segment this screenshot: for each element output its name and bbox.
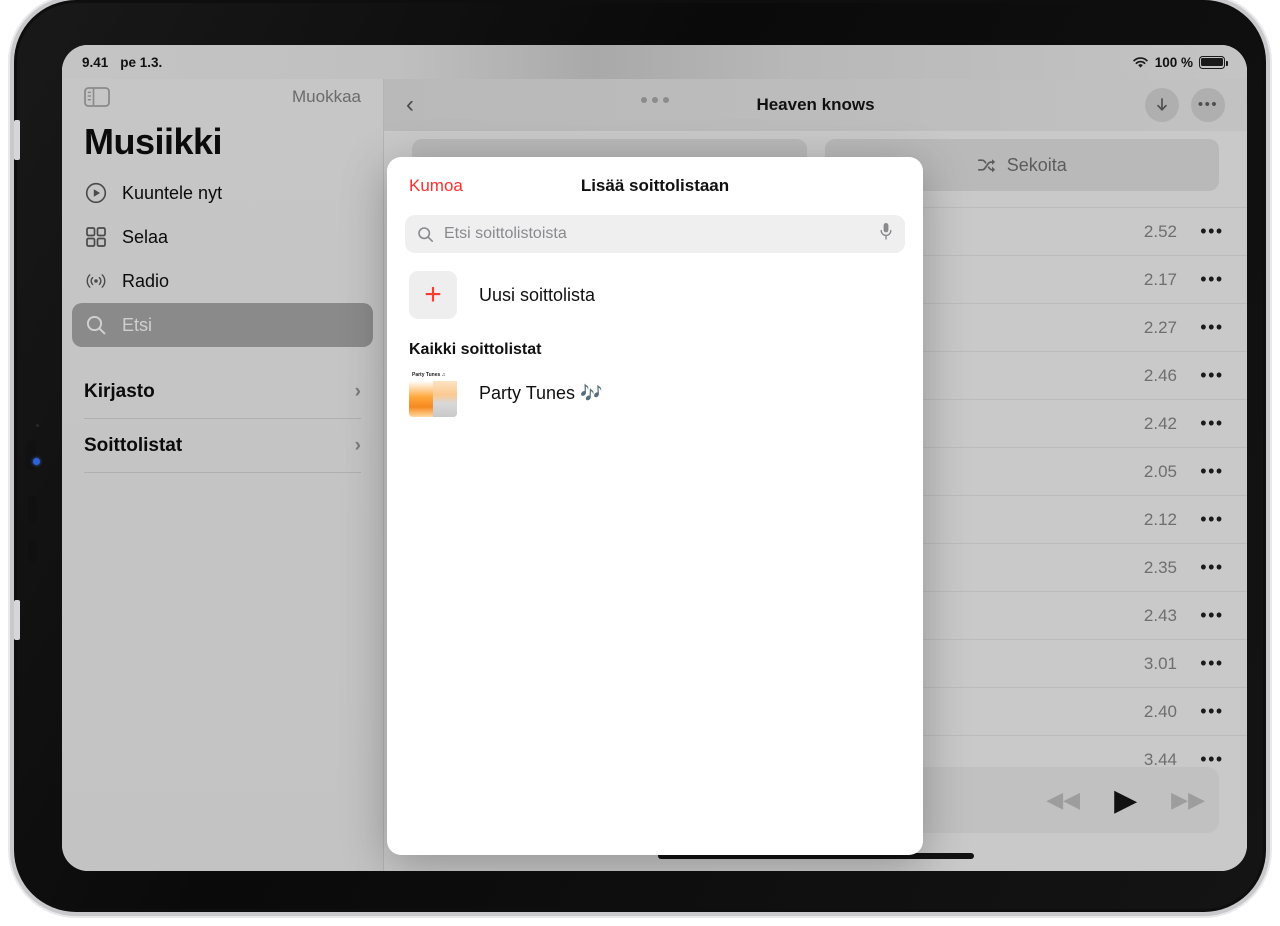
sidebar-item-radio[interactable]: Radio bbox=[72, 259, 373, 303]
sidebar-item-label: Selaa bbox=[122, 226, 169, 247]
wifi-icon bbox=[1132, 56, 1148, 68]
side-button-volume-down[interactable] bbox=[28, 496, 37, 522]
grid-icon bbox=[84, 225, 108, 249]
side-button-power[interactable] bbox=[28, 538, 37, 562]
track-more-button[interactable]: ••• bbox=[1177, 653, 1247, 674]
status-led bbox=[33, 458, 40, 465]
track-duration: 2.05 bbox=[1143, 461, 1177, 481]
sidebar-item-browse[interactable]: Selaa bbox=[72, 215, 373, 259]
battery-icon bbox=[1199, 55, 1228, 69]
side-button-volume-up[interactable] bbox=[26, 440, 36, 470]
playlist-search-placeholder: Etsi soittolistoista bbox=[444, 225, 567, 242]
track-duration: 2.43 bbox=[1143, 605, 1177, 625]
fast-forward-button[interactable]: ▶▶ bbox=[1171, 787, 1205, 813]
page-title: Musiikki bbox=[84, 121, 223, 162]
new-playlist-label: Uusi soittolista bbox=[479, 284, 596, 305]
playlist-artwork: Party Tunes ♫ bbox=[409, 369, 457, 417]
track-duration: 3.01 bbox=[1143, 653, 1177, 673]
track-more-button[interactable]: ••• bbox=[1177, 221, 1247, 242]
track-more-button[interactable]: ••• bbox=[1177, 605, 1247, 626]
playlist-artwork-caption: Party Tunes ♫ bbox=[409, 369, 457, 381]
shuffle-button-label: Sekoita bbox=[1006, 154, 1067, 175]
sidebar-section-label: Soittolistat bbox=[84, 434, 183, 456]
sidebar-section-library[interactable]: Kirjasto › bbox=[84, 365, 361, 419]
track-more-button[interactable]: ••• bbox=[1177, 413, 1247, 434]
multitasking-handle[interactable] bbox=[640, 97, 669, 103]
status-bar-right: 100 % bbox=[1132, 54, 1228, 70]
antenna-line-top bbox=[14, 120, 20, 160]
track-duration: 2.40 bbox=[1143, 701, 1177, 721]
edit-button[interactable]: Muokkaa bbox=[292, 87, 361, 107]
battery-percent-label: 100 % bbox=[1154, 54, 1193, 70]
download-arrow-icon bbox=[1157, 98, 1167, 111]
new-playlist-row[interactable]: + Uusi soittolista bbox=[387, 253, 923, 319]
track-duration: 2.27 bbox=[1143, 317, 1177, 337]
sidebar-item-listen-now[interactable]: Kuuntele nyt bbox=[72, 171, 373, 215]
track-duration: 2.35 bbox=[1143, 557, 1177, 577]
track-duration: 2.12 bbox=[1143, 509, 1177, 529]
track-more-button[interactable]: ••• bbox=[1177, 269, 1247, 290]
playlist-name: Party Tunes 🎶 bbox=[479, 382, 603, 403]
chevron-right-icon: › bbox=[354, 380, 361, 402]
search-icon bbox=[418, 226, 433, 242]
play-pause-button[interactable]: ▶ bbox=[1114, 783, 1137, 818]
modal-header: Kumoa Lisää soittolistaan bbox=[387, 157, 923, 215]
track-more-button[interactable]: ••• bbox=[1177, 365, 1247, 386]
sidebar: Muokkaa Musiikki Kuuntele nyt Selaa Radi… bbox=[62, 45, 384, 871]
sidebar-item-label: Etsi bbox=[122, 314, 153, 335]
add-to-playlist-modal: Kumoa Lisää soittolistaan Etsi soittolis… bbox=[387, 157, 923, 855]
navigation-bar: ‹ Heaven knows ••• bbox=[384, 79, 1247, 131]
ipad-screen: 9.41 pe 1.3. 100 % Muokkaa Musiikki Kuun… bbox=[62, 45, 1247, 871]
track-more-button[interactable]: ••• bbox=[1177, 461, 1247, 482]
track-more-button[interactable]: ••• bbox=[1177, 509, 1247, 530]
sidebar-item-search[interactable]: Etsi bbox=[72, 303, 373, 347]
status-time: 9.41 bbox=[82, 54, 109, 70]
list-item[interactable]: Party Tunes ♫ Party Tunes 🎶 bbox=[387, 359, 923, 417]
search-icon bbox=[84, 313, 108, 337]
playlist-search-input[interactable]: Etsi soittolistoista bbox=[405, 215, 905, 253]
antenna-line-bottom bbox=[14, 600, 20, 640]
sidebar-section-label: Kirjasto bbox=[84, 380, 155, 402]
track-duration: 2.17 bbox=[1143, 269, 1177, 289]
download-button[interactable] bbox=[1145, 88, 1179, 122]
track-more-button[interactable]: ••• bbox=[1177, 317, 1247, 338]
play-circle-icon bbox=[84, 181, 108, 205]
back-button[interactable]: ‹ bbox=[406, 91, 414, 119]
modal-title: Lisää soittolistaan bbox=[580, 176, 730, 195]
album-title: Heaven knows bbox=[756, 95, 875, 114]
track-duration: 2.42 bbox=[1143, 413, 1177, 433]
status-date: pe 1.3. bbox=[120, 54, 163, 70]
sidebar-toggle-icon[interactable] bbox=[84, 87, 110, 107]
microphone-pinhole bbox=[36, 424, 39, 427]
ipad-device-frame: 9.41 pe 1.3. 100 % Muokkaa Musiikki Kuun… bbox=[14, 0, 1266, 912]
rewind-button[interactable]: ◀◀ bbox=[1046, 787, 1080, 813]
sidebar-section-playlists[interactable]: Soittolistat › bbox=[84, 419, 361, 473]
more-options-button[interactable]: ••• bbox=[1191, 88, 1225, 122]
shuffle-icon bbox=[977, 159, 995, 173]
microphone-icon[interactable] bbox=[879, 222, 893, 246]
track-duration: 2.46 bbox=[1143, 365, 1177, 385]
chevron-right-icon: › bbox=[354, 434, 361, 456]
sidebar-item-label: Radio bbox=[122, 270, 170, 291]
track-more-button[interactable]: ••• bbox=[1177, 557, 1247, 578]
status-bar-left: 9.41 pe 1.3. bbox=[82, 55, 162, 70]
all-playlists-heading: Kaikki soittolistat bbox=[409, 341, 542, 358]
plus-icon: + bbox=[409, 271, 457, 319]
status-bar: 9.41 pe 1.3. 100 % bbox=[62, 45, 1247, 79]
broadcast-icon bbox=[84, 269, 108, 293]
sidebar-item-label: Kuuntele nyt bbox=[122, 182, 223, 203]
track-duration: 2.52 bbox=[1143, 221, 1177, 241]
track-more-button[interactable]: ••• bbox=[1177, 701, 1247, 722]
